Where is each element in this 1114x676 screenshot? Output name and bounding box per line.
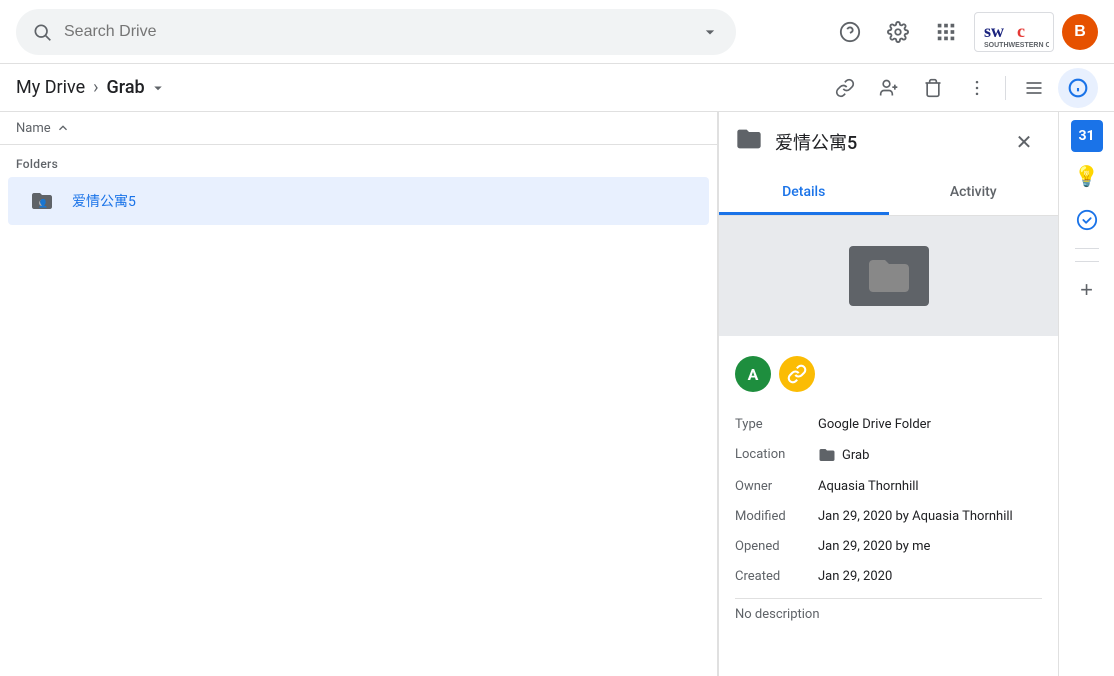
tasks-button[interactable]: [1067, 200, 1107, 240]
link-share-icon: [787, 364, 807, 384]
tab-activity[interactable]: Activity: [889, 172, 1059, 215]
link-icon: [835, 78, 855, 98]
list-view-button[interactable]: [1014, 68, 1054, 108]
no-description: No description: [735, 598, 1042, 622]
panel-close-button[interactable]: ✕: [1006, 124, 1042, 160]
folders-section-label: Folders: [0, 145, 717, 175]
help-icon: [839, 21, 861, 43]
breadcrumb-my-drive[interactable]: My Drive: [16, 77, 85, 98]
owner-label: Owner: [735, 478, 810, 494]
detail-row-owner: Owner Aquasia Thornhill: [735, 478, 1042, 494]
add-app-button[interactable]: +: [1067, 270, 1107, 310]
preview-folder-shape: [849, 246, 929, 306]
owner-value: Aquasia Thornhill: [818, 478, 1042, 494]
panel-content: A Type Google Drive Folder: [719, 336, 1058, 676]
list-icon: [1024, 78, 1044, 98]
folder-item[interactable]: 👤 爱情公寓5: [8, 177, 709, 225]
breadcrumb-current-label: Grab: [107, 77, 145, 98]
gear-icon: [887, 21, 909, 43]
trash-icon: [923, 78, 943, 98]
breadcrumb-separator: ›: [93, 77, 98, 98]
share-avatars: A: [735, 352, 1042, 396]
panel-preview: [719, 216, 1058, 336]
add-person-button[interactable]: [869, 68, 909, 108]
svg-text:👤: 👤: [38, 198, 48, 208]
help-button[interactable]: [830, 12, 870, 52]
toolbar-actions: [825, 68, 1098, 108]
created-value: Jan 29, 2020: [818, 568, 1042, 584]
file-list-header: Name: [0, 112, 717, 145]
search-dropdown-icon[interactable]: [700, 22, 720, 42]
search-bar[interactable]: [16, 9, 736, 55]
modified-value: Jan 29, 2020 by Aquasia Thornhill: [818, 508, 1042, 524]
task-icon: [1076, 209, 1098, 231]
tab-details[interactable]: Details: [719, 172, 889, 215]
folder-name: 爱情公寓5: [72, 191, 136, 211]
created-label: Created: [735, 568, 810, 584]
svg-text:SOUTHWESTERN COLLEGE: SOUTHWESTERN COLLEGE: [984, 42, 1049, 49]
header-icons: sw c SOUTHWESTERN COLLEGE B: [830, 12, 1098, 52]
right-sidebar: 31 💡 +: [1058, 112, 1114, 676]
file-list: Name Folders 👤 爱情公寓5: [0, 112, 718, 676]
keep-button[interactable]: 💡: [1067, 156, 1107, 196]
panel-tabs: Details Activity: [719, 172, 1058, 216]
preview-folder-svg: [864, 256, 914, 296]
detail-row-type: Type Google Drive Folder: [735, 416, 1042, 432]
settings-button[interactable]: [878, 12, 918, 52]
location-label: Location: [735, 446, 810, 464]
breadcrumb-dropdown-icon[interactable]: [149, 79, 167, 97]
modified-label: Modified: [735, 508, 810, 524]
panel-title: 爱情公寓5: [775, 129, 994, 155]
grid-icon: [935, 21, 957, 43]
detail-row-modified: Modified Jan 29, 2020 by Aquasia Thornhi…: [735, 508, 1042, 524]
calendar-icon[interactable]: 31: [1071, 120, 1103, 152]
more-vert-icon: [967, 78, 987, 98]
breadcrumb-current: Grab: [107, 77, 167, 98]
apps-button[interactable]: [926, 12, 966, 52]
sidebar-divider: [1075, 248, 1099, 249]
column-name-label: Name: [16, 121, 51, 136]
detail-row-opened: Opened Jan 29, 2020 by me: [735, 538, 1042, 554]
top-header: sw c SOUTHWESTERN COLLEGE B: [0, 0, 1114, 64]
search-icon: [32, 22, 52, 42]
info-icon: [1068, 78, 1088, 98]
location-folder-icon: [818, 446, 836, 464]
sort-by-name[interactable]: Name: [16, 120, 71, 136]
location-value[interactable]: Grab: [818, 446, 1042, 464]
main-layout: Name Folders 👤 爱情公寓5: [0, 112, 1114, 676]
panel-header: 爱情公寓5 ✕: [719, 112, 1058, 172]
opened-value: Jan 29, 2020 by me: [818, 538, 1042, 554]
type-label: Type: [735, 416, 810, 432]
search-input[interactable]: [64, 23, 688, 41]
details-panel: 爱情公寓5 ✕ Details Activity A: [718, 112, 1058, 676]
type-value: Google Drive Folder: [818, 416, 1042, 432]
swc-logo[interactable]: sw c SOUTHWESTERN COLLEGE: [974, 12, 1054, 52]
swc-logo-image: sw c SOUTHWESTERN COLLEGE: [979, 15, 1049, 49]
location-folder-name: Grab: [842, 448, 869, 463]
sort-asc-icon: [55, 120, 71, 136]
breadcrumb-bar: My Drive › Grab: [0, 64, 1114, 112]
delete-button[interactable]: [913, 68, 953, 108]
toolbar-divider: [1005, 76, 1006, 100]
calendar-number: 31: [1078, 128, 1094, 144]
user-avatar-button[interactable]: B: [1062, 14, 1098, 50]
folder-svg: 👤: [30, 189, 54, 213]
sidebar-divider-2: [1075, 261, 1099, 262]
panel-folder-svg: [735, 125, 763, 153]
owner-avatar[interactable]: A: [735, 356, 771, 392]
detail-row-created: Created Jan 29, 2020: [735, 568, 1042, 584]
info-button[interactable]: [1058, 68, 1098, 108]
svg-text:c: c: [1017, 21, 1025, 41]
details-table: Type Google Drive Folder Location Grab: [735, 416, 1042, 584]
link-button[interactable]: [825, 68, 865, 108]
more-options-button[interactable]: [957, 68, 997, 108]
opened-label: Opened: [735, 538, 810, 554]
person-add-icon: [879, 78, 899, 98]
panel-folder-icon: [735, 125, 763, 159]
svg-text:sw: sw: [984, 21, 1004, 41]
link-share-avatar[interactable]: [779, 356, 815, 392]
right-panel-wrapper: 爱情公寓5 ✕ Details Activity A: [718, 112, 1114, 676]
detail-row-location: Location Grab: [735, 446, 1042, 464]
folder-shared-icon: 👤: [24, 183, 60, 219]
